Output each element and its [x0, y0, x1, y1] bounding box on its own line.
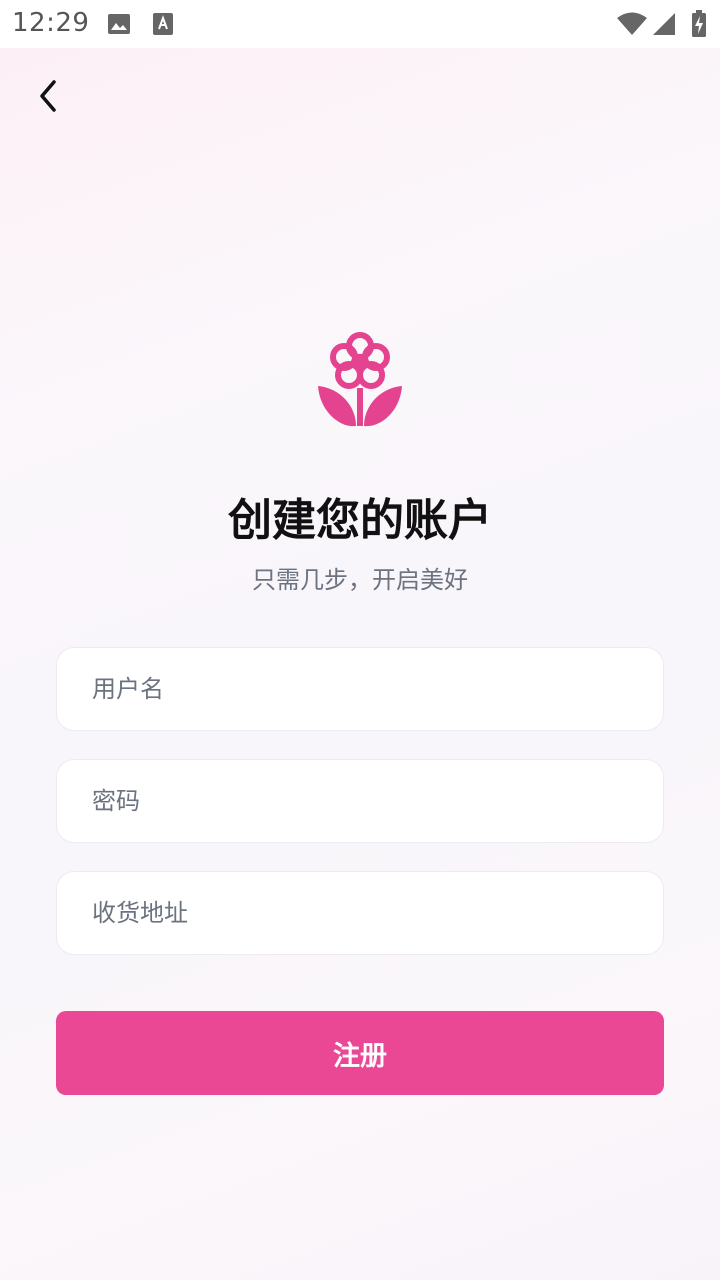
page-title: 创建您的账户: [228, 495, 492, 546]
address-input[interactable]: [92, 872, 663, 954]
status-bar: 12:29: [0, 0, 720, 48]
wifi-icon: [616, 12, 648, 40]
chevron-left-icon: [40, 80, 56, 112]
password-input[interactable]: [92, 760, 663, 842]
page-subtitle: 只需几步，开启美好: [252, 566, 468, 594]
flower-icon: [316, 330, 404, 430]
battery-charging-icon: [691, 10, 707, 42]
text-a-icon: [153, 13, 173, 39]
image-icon: [107, 13, 131, 39]
register-button[interactable]: 注册: [56, 1011, 664, 1095]
username-input[interactable]: [92, 648, 663, 730]
address-field[interactable]: [56, 871, 664, 955]
password-field[interactable]: [56, 759, 664, 843]
username-field[interactable]: [56, 647, 664, 731]
back-button[interactable]: [28, 76, 68, 116]
signal-icon: [652, 12, 676, 40]
status-time: 12:29: [12, 8, 90, 38]
